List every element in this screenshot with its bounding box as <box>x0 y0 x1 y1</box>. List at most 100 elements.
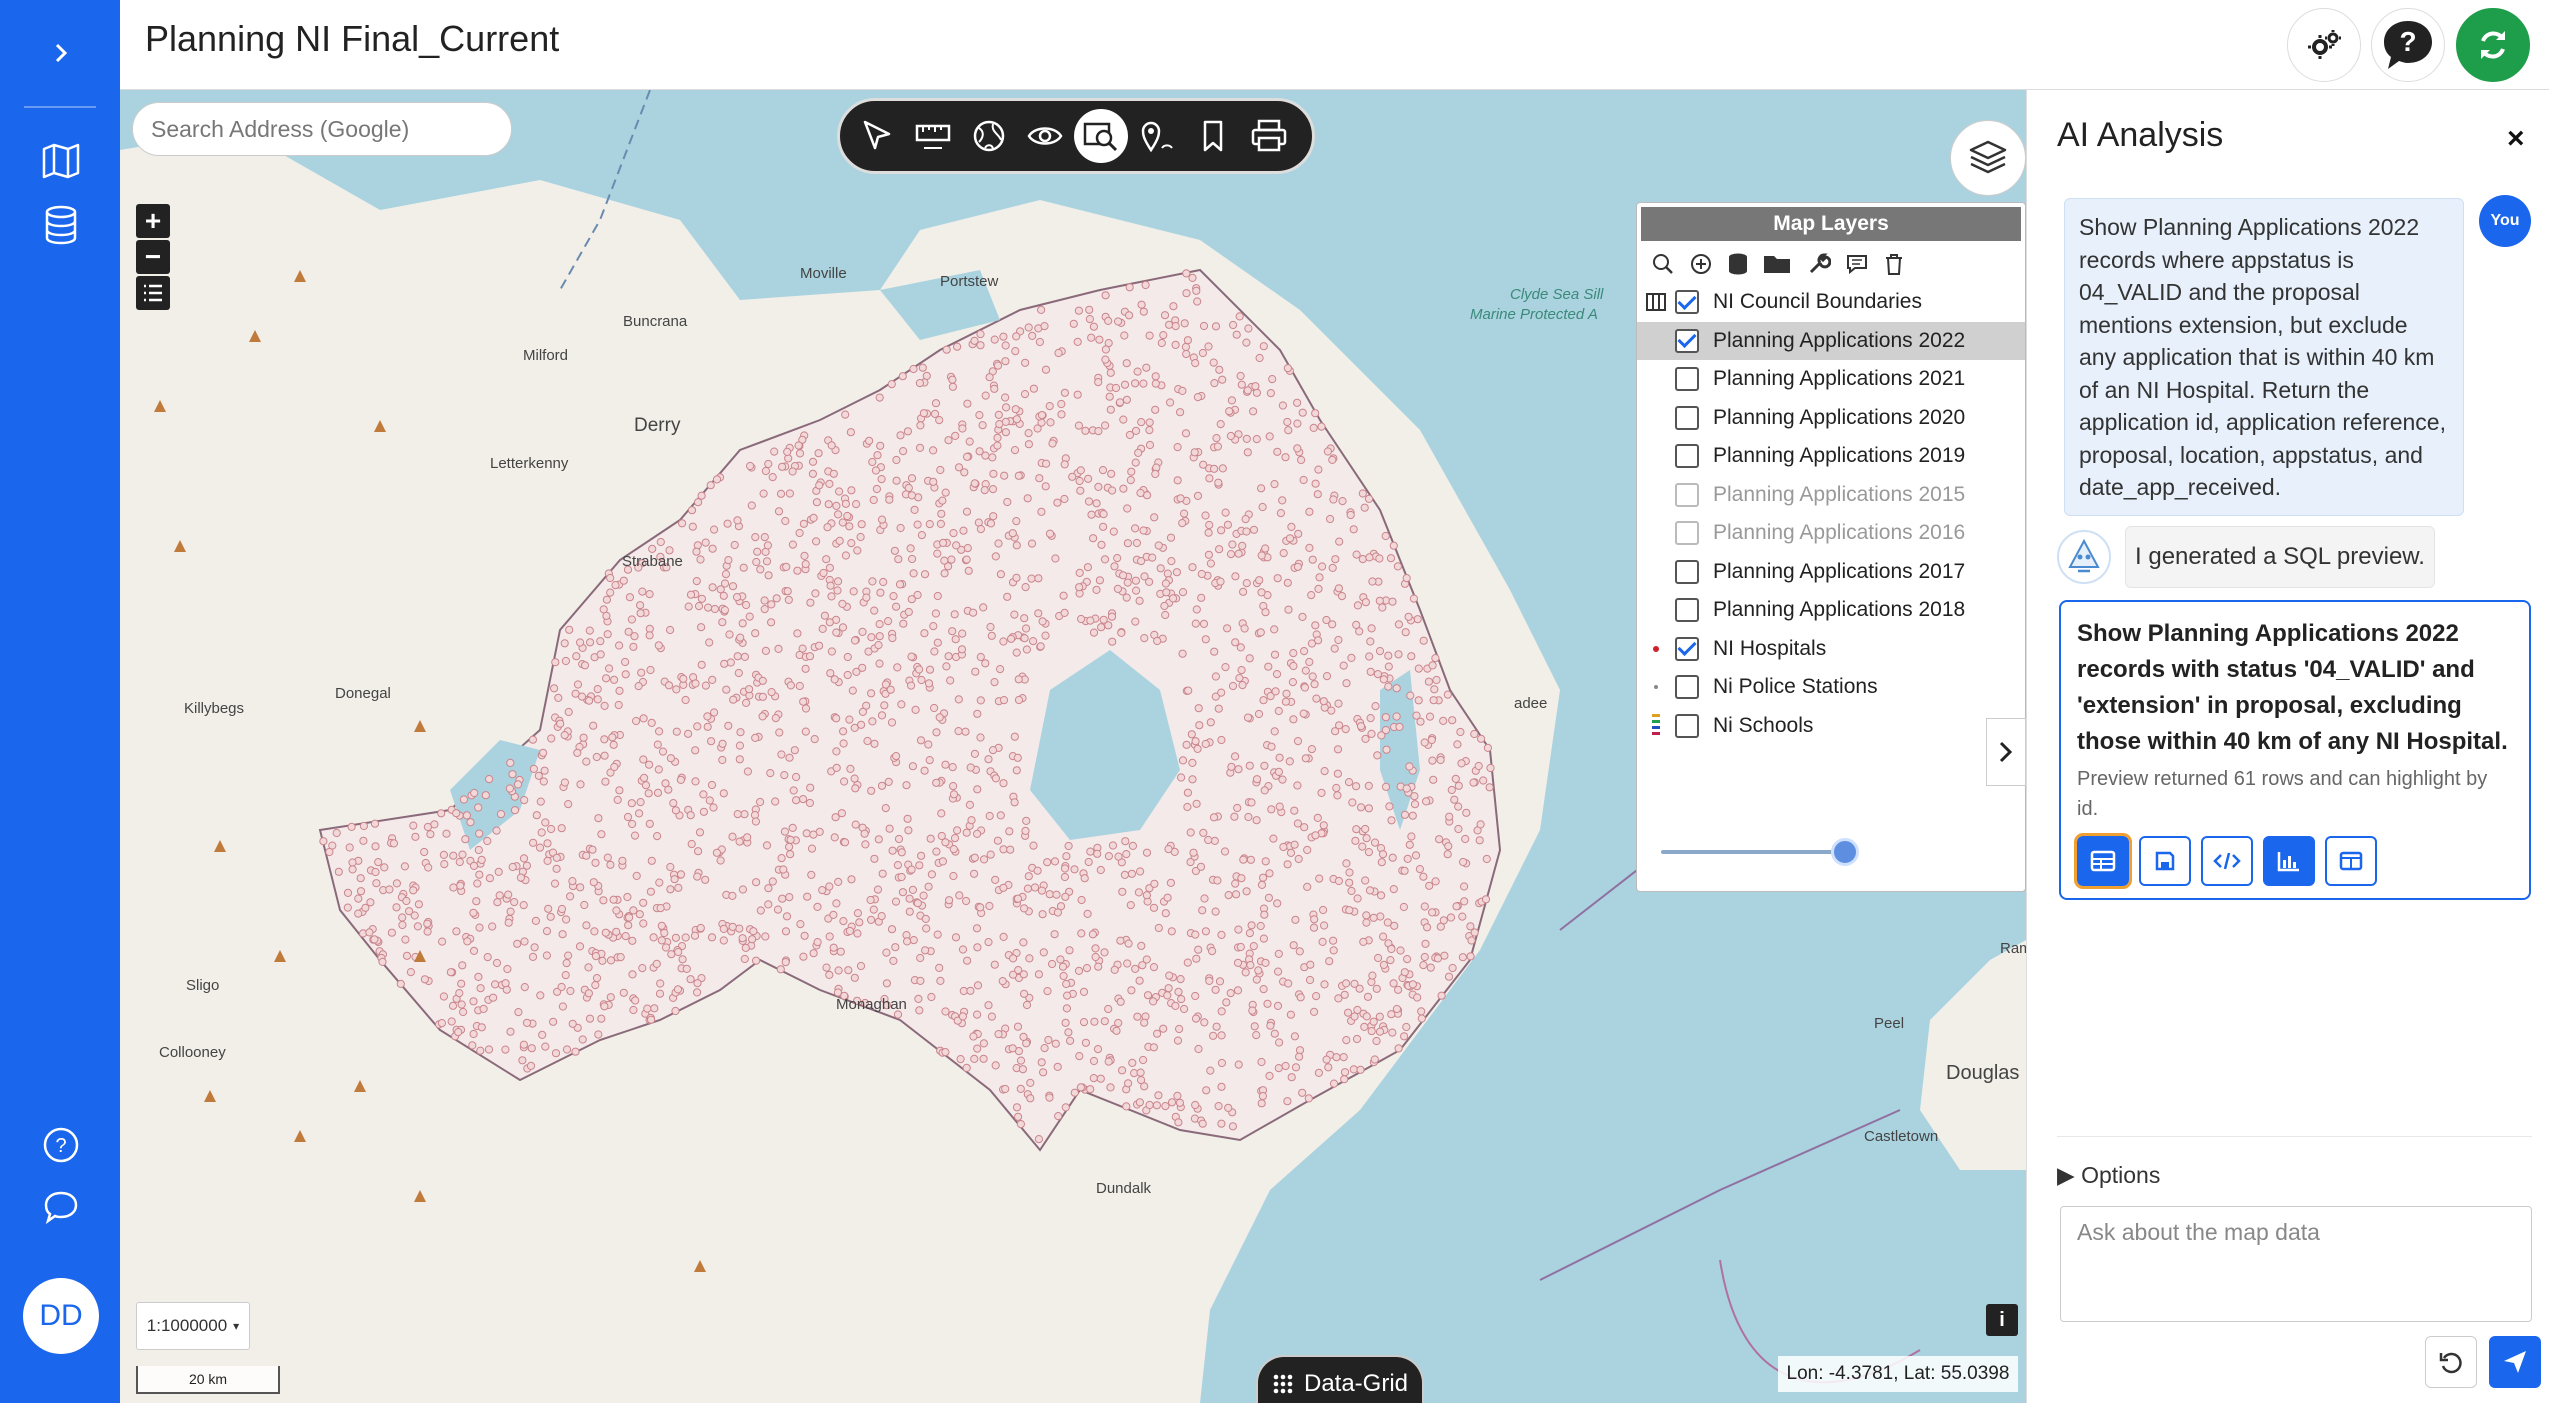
address-search-input[interactable] <box>132 102 512 156</box>
layer-checkbox[interactable] <box>1675 482 1699 507</box>
application-point <box>1310 680 1319 689</box>
application-point <box>1182 289 1191 298</box>
close-panel-button[interactable]: × <box>2507 122 2525 156</box>
application-point <box>1035 474 1044 483</box>
layer-item[interactable]: Planning Applications 2017 <box>1637 553 2025 592</box>
layer-checkbox[interactable] <box>1675 559 1699 584</box>
comment-icon[interactable] <box>1845 252 1869 276</box>
application-point <box>1439 716 1448 726</box>
print-tool-button[interactable] <box>1242 109 1296 163</box>
settings-button[interactable] <box>2287 8 2361 82</box>
options-toggle[interactable]: ▶ Options <box>2057 1162 2160 1189</box>
layer-item[interactable]: Planning Applications 2020 <box>1637 399 2025 438</box>
map-view[interactable]: Moville Portstew Buncrana Milford Letter… <box>120 90 2026 1403</box>
view-chart-button[interactable] <box>2263 836 2315 886</box>
layer-checkbox[interactable] <box>1675 636 1699 661</box>
application-point <box>1105 392 1114 401</box>
measure-tool-button[interactable] <box>906 109 960 163</box>
folder-icon[interactable] <box>1763 252 1793 276</box>
layer-checkbox[interactable] <box>1675 598 1699 623</box>
visibility-tool-button[interactable] <box>1018 109 1072 163</box>
layer-item[interactable]: NI Hospitals <box>1637 630 2025 669</box>
application-point <box>644 789 653 798</box>
application-point <box>1293 562 1303 571</box>
trash-icon[interactable] <box>1883 252 1905 276</box>
save-query-button[interactable] <box>2139 836 2191 886</box>
application-point <box>1400 866 1409 875</box>
application-point <box>1379 960 1389 970</box>
ask-input[interactable] <box>2060 1206 2532 1322</box>
wrench-icon[interactable] <box>1807 252 1831 276</box>
bookmark-tool-button[interactable] <box>1186 109 1240 163</box>
layer-checkbox[interactable] <box>1675 675 1699 700</box>
layer-item[interactable]: Planning Applications 2022 <box>1637 321 2025 360</box>
application-point <box>1021 583 1030 592</box>
layers-toggle-button[interactable] <box>1950 120 2026 196</box>
globe-tool-button[interactable] <box>962 109 1016 163</box>
user-avatar[interactable]: DD <box>23 1278 99 1354</box>
refresh-button[interactable] <box>2456 8 2530 82</box>
layer-item[interactable]: Planning Applications 2019 <box>1637 437 2025 476</box>
layer-checkbox[interactable] <box>1675 405 1699 430</box>
application-point <box>1178 649 1187 658</box>
application-point <box>657 936 666 945</box>
help-button[interactable]: ? <box>36 1120 86 1170</box>
chat-button[interactable] <box>36 1182 86 1232</box>
application-point <box>1127 986 1136 995</box>
layer-checkbox[interactable] <box>1675 444 1699 469</box>
application-point <box>1227 762 1236 771</box>
slider-handle[interactable] <box>1831 838 1859 866</box>
layer-item[interactable]: Planning Applications 2015 <box>1637 476 2025 515</box>
application-point <box>805 652 815 661</box>
data-grid-button[interactable]: Data-Grid <box>1256 1355 1424 1403</box>
layer-item[interactable]: Planning Applications 2018 <box>1637 591 2025 630</box>
application-point <box>1417 1014 1426 1023</box>
maps-button[interactable] <box>36 136 86 186</box>
zoom-out-button[interactable]: − <box>136 240 170 274</box>
application-point <box>699 790 708 799</box>
collapse-layers-button[interactable] <box>1986 718 2026 786</box>
application-point <box>739 563 748 572</box>
layer-item[interactable]: Ni Schools <box>1637 707 2025 746</box>
help-header-button[interactable]: ? <box>2371 8 2445 82</box>
add-layer-icon[interactable] <box>1689 252 1713 276</box>
application-point <box>936 465 945 475</box>
search-icon[interactable] <box>1651 252 1675 276</box>
application-point <box>356 887 366 896</box>
application-point <box>1232 330 1241 339</box>
legend-list-button[interactable] <box>136 276 170 310</box>
layer-checkbox[interactable] <box>1675 328 1699 353</box>
application-point <box>1183 788 1193 797</box>
expand-sidebar-button[interactable] <box>36 28 86 78</box>
search-area-tool-button[interactable] <box>1074 109 1128 163</box>
layer-opacity-slider[interactable] <box>1661 838 1859 866</box>
layer-checkbox[interactable] <box>1675 521 1699 546</box>
zoom-in-button[interactable]: + <box>136 204 170 238</box>
layer-item[interactable]: Ni Police Stations <box>1637 668 2025 707</box>
database-icon[interactable] <box>1727 252 1749 276</box>
application-point <box>1364 494 1374 503</box>
application-point <box>1093 1045 1103 1054</box>
scale-select[interactable]: 1:1000000 ▾ <box>136 1302 250 1350</box>
application-point <box>1233 986 1243 995</box>
map-info-button[interactable]: i <box>1986 1304 2018 1336</box>
data-button[interactable] <box>36 200 86 250</box>
layer-item[interactable]: NI Council Boundaries <box>1637 283 2025 322</box>
view-table-button[interactable] <box>2074 833 2132 889</box>
view-sql-button[interactable] <box>2201 836 2253 886</box>
application-point <box>1116 997 1125 1006</box>
layer-checkbox[interactable] <box>1675 367 1699 392</box>
layer-checkbox[interactable] <box>1675 713 1699 738</box>
reset-button[interactable] <box>2425 1336 2477 1388</box>
send-button[interactable] <box>2489 1336 2541 1388</box>
application-point <box>868 577 877 586</box>
layer-item[interactable]: Planning Applications 2021 <box>1637 360 2025 399</box>
left-sidebar: ? DD <box>0 0 120 1403</box>
select-tool-button[interactable] <box>850 109 904 163</box>
application-point <box>676 870 686 879</box>
layer-item[interactable]: Planning Applications 2016 <box>1637 514 2025 553</box>
layer-checkbox[interactable] <box>1675 290 1699 315</box>
view-columns-button[interactable] <box>2325 836 2377 886</box>
application-point <box>1077 614 1086 624</box>
location-tool-button[interactable] <box>1130 109 1184 163</box>
